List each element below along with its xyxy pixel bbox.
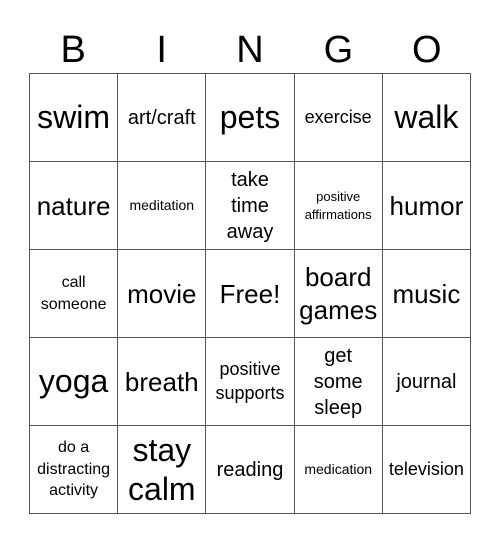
bingo-cell: swim (30, 74, 119, 162)
bingo-cell: walk (382, 74, 471, 162)
bingo-cell-free: Free! (206, 250, 295, 338)
bingo-cell: journal (382, 338, 471, 426)
bingo-cell: breath (118, 338, 207, 426)
bingo-cell: music (382, 250, 471, 338)
header-letter-b: B (60, 29, 86, 71)
bingo-cell: television (382, 426, 471, 514)
bingo-cell: nature (30, 162, 119, 250)
bingo-cell: board games (294, 250, 383, 338)
bingo-cell: yoga (30, 338, 119, 426)
bingo-cell: positive supports (206, 338, 295, 426)
header-letter-n: N (236, 29, 264, 71)
bingo-cell: get some sleep (294, 338, 383, 426)
bingo-cell: positive affirmations (294, 162, 383, 250)
header-letter-i: I (156, 29, 167, 71)
bingo-cell: movie (118, 250, 207, 338)
bingo-cell: pets (206, 74, 295, 162)
bingo-cell: meditation (118, 162, 207, 250)
bingo-cell: stay calm (118, 426, 207, 514)
bingo-cell: art/craft (118, 74, 207, 162)
bingo-header: B I N G O (29, 28, 471, 72)
bingo-cell: call someone (30, 250, 119, 338)
bingo-cell: humor (382, 162, 471, 250)
header-letter-g: G (323, 29, 354, 71)
bingo-cell: exercise (294, 74, 383, 162)
bingo-cell: take time away (206, 162, 295, 250)
header-letter-o: O (412, 29, 442, 71)
bingo-grid: swim art/craft pets exercise walk nature… (29, 73, 471, 514)
bingo-cell: reading (206, 426, 295, 514)
bingo-cell: do a distracting activity (30, 426, 119, 514)
bingo-cell: medication (294, 426, 383, 514)
